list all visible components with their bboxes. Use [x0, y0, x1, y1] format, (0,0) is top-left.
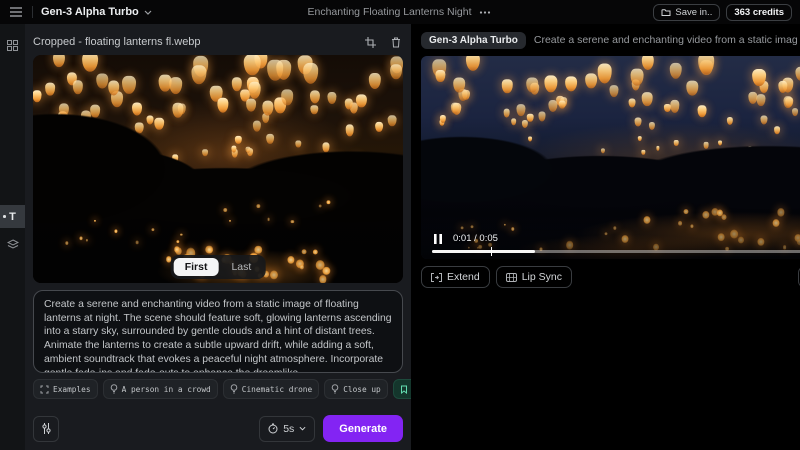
- divider: [32, 6, 33, 18]
- suggestion-chip-person-crowd[interactable]: A person in a crowd: [103, 379, 218, 399]
- examples-chip[interactable]: Examples: [33, 379, 98, 399]
- hamburger-menu-button[interactable]: [8, 5, 24, 19]
- credits-label: 363 credits: [734, 7, 784, 18]
- model-selector-label: Gen-3 Alpha Turbo: [41, 6, 139, 18]
- text-tool-icon: T: [9, 211, 16, 223]
- session-title: Enchanting Floating Lanterns Night: [307, 6, 471, 18]
- lightbulb-icon: [230, 384, 238, 394]
- seek-bar-played: [432, 250, 535, 253]
- hamburger-icon: [10, 7, 22, 17]
- crop-icon: [365, 37, 376, 48]
- lantern-photo: [33, 55, 403, 283]
- suggestion-chips: Examples A person in a crowd Cinematic d…: [33, 379, 403, 399]
- session-menu-button[interactable]: [478, 9, 493, 16]
- pause-button[interactable]: [432, 232, 444, 246]
- asset-title: Cropped - floating lanterns fl.webp: [33, 36, 201, 48]
- lip-sync-button[interactable]: Lip Sync: [496, 266, 572, 288]
- model-badge: Gen-3 Alpha Turbo: [421, 32, 526, 49]
- pause-icon: [434, 234, 442, 244]
- lightbulb-icon: [110, 384, 118, 394]
- chevron-down-icon: [144, 10, 152, 15]
- credits-button[interactable]: 363 credits: [726, 4, 792, 21]
- extend-button[interactable]: Extend: [421, 266, 490, 288]
- playback-time: 0:01 / 0:05: [453, 233, 498, 244]
- input-image[interactable]: First Last: [33, 55, 403, 283]
- active-indicator-dot: [3, 215, 6, 218]
- apps-grid-icon: [7, 40, 18, 51]
- examples-icon: [40, 385, 49, 394]
- duration-selector[interactable]: 5s: [259, 416, 315, 442]
- stopwatch-icon: [268, 423, 278, 434]
- ellipsis-icon: [480, 11, 491, 14]
- keyframe-last-button[interactable]: Last: [220, 258, 262, 276]
- lip-sync-icon: [506, 273, 517, 282]
- prompt-preview: Create a serene and enchanting video fro…: [534, 34, 798, 46]
- generate-button[interactable]: Generate: [323, 415, 403, 442]
- crop-button[interactable]: [363, 35, 378, 50]
- duration-value: 5s: [283, 423, 294, 435]
- save-in-label: Save in..: [675, 7, 712, 18]
- save-in-button[interactable]: Save in..: [653, 4, 720, 21]
- prompt-input[interactable]: Create a serene and enchanting video fro…: [33, 290, 403, 373]
- generation-bar: 5s Generate: [33, 415, 403, 442]
- suggestion-chip-cinematic-drone[interactable]: Cinematic drone: [223, 379, 319, 399]
- text-tool-button[interactable]: T: [0, 205, 25, 228]
- layers-button[interactable]: [0, 233, 25, 256]
- video-player[interactable]: 0:01 / 0:05: [421, 56, 800, 259]
- sliders-icon: [41, 423, 52, 434]
- lightbulb-icon: [331, 384, 339, 394]
- playhead[interactable]: [491, 247, 493, 256]
- input-panel: Cropped - floating lanterns fl.webp: [25, 24, 411, 450]
- folder-icon: [661, 8, 671, 17]
- chevron-down-icon: [299, 426, 306, 431]
- extend-icon: [431, 273, 442, 282]
- top-bar: Gen-3 Alpha Turbo Enchanting Floating La…: [0, 0, 800, 24]
- output-actions: Extend Lip Sync Rate ☆☆☆☆☆: [421, 266, 800, 288]
- delete-button[interactable]: [389, 35, 403, 50]
- player-controls: 0:01 / 0:05: [432, 231, 800, 246]
- generated-video-frame: [421, 56, 800, 259]
- apps-grid-button[interactable]: [0, 34, 25, 57]
- trash-icon: [391, 37, 401, 48]
- suggestion-chip-close-up[interactable]: Close up: [324, 379, 388, 399]
- layers-icon: [7, 239, 19, 250]
- keyframe-toggle: First Last: [171, 255, 266, 279]
- tool-rail: T: [0, 24, 25, 450]
- output-panel: Gen-3 Alpha Turbo Create a serene and en…: [411, 24, 800, 450]
- bookmark-icon: [400, 385, 408, 394]
- generation-settings-button[interactable]: [33, 416, 59, 442]
- app-root: Gen-3 Alpha Turbo Enchanting Floating La…: [0, 0, 800, 450]
- model-selector[interactable]: Gen-3 Alpha Turbo: [41, 6, 152, 18]
- keyframe-first-button[interactable]: First: [174, 258, 219, 276]
- seek-bar[interactable]: [432, 250, 800, 253]
